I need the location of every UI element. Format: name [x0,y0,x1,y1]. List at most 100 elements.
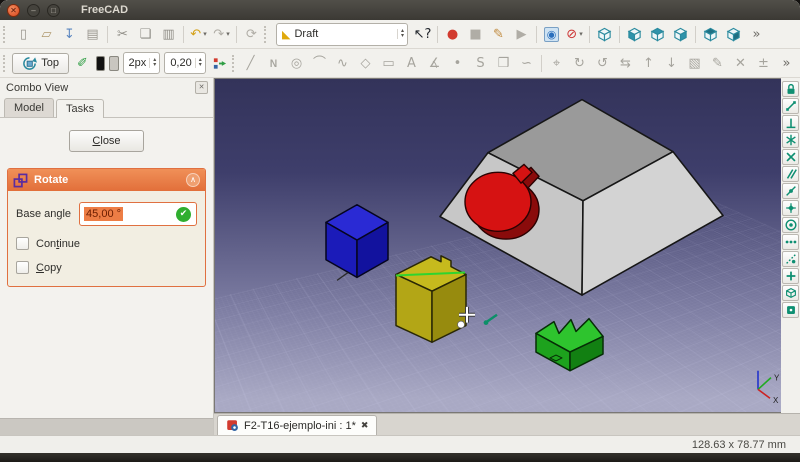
new-file-icon[interactable]: ▯ [12,23,35,45]
macro-record-icon[interactable]: ● [441,23,464,45]
construction-mode-button[interactable]: ✐ [71,52,94,74]
dropdown-arrow-icon[interactable]: ▾ [203,30,207,38]
selection-view-icon[interactable]: ◉ [540,23,563,45]
document-tab[interactable]: F2-T16-ejemplo-ini : 1* ✖ [217,415,378,435]
undo-icon[interactable]: ↶ ▾ [187,23,210,45]
continue-checkbox[interactable] [16,237,29,250]
draft-text-icon[interactable]: A [400,52,423,74]
spin-down-icon[interactable]: ▾ [199,62,202,68]
object-yellow-cube[interactable] [395,255,467,343]
workbench-selector[interactable]: ◣ Draft ▴ ▾ [276,22,408,46]
scale-spinbox[interactable]: 0,20 ▴ ▾ [164,52,206,74]
snap-dimensions-icon[interactable] [782,268,799,284]
draft-shapestring-icon[interactable]: S [469,52,492,74]
draft-wire-icon[interactable]: ɴ [262,52,285,74]
toolbar-overflow-icon[interactable]: » [775,52,798,74]
collapse-task-icon[interactable]: ∧ [186,173,200,187]
draft-bspline-icon[interactable]: ∿ [331,52,354,74]
window-maximize-button[interactable]: □ [47,3,60,17]
snap-special-icon[interactable] [782,200,799,216]
snap-angle-icon[interactable] [782,132,799,148]
snap-midpoint-icon[interactable] [782,183,799,199]
draft-circle-icon[interactable]: ◎ [285,52,308,74]
draft-arc-icon[interactable]: ⌒ [308,52,331,74]
appearance-icon[interactable]: ⊘ ▾ [563,23,586,45]
line-width-spinner[interactable]: ▴ ▾ [149,57,156,68]
object-blue-cube[interactable] [325,203,389,281]
line-color-swatch[interactable] [95,55,106,71]
draft-trimex-icon[interactable]: ⇆ [614,52,637,74]
spin-down-icon[interactable]: ▾ [153,62,156,68]
dropdown-arrow-icon[interactable]: ▾ [226,30,230,38]
window-close-button[interactable]: ✕ [7,3,20,17]
draft-facebinder-icon[interactable]: ❒ [492,52,515,74]
working-plane-button[interactable]: Top [12,52,69,74]
draft-dimension-icon[interactable]: ∡ [423,52,446,74]
snap-workingplane-icon[interactable] [782,285,799,301]
document-tab-close-icon[interactable]: ✖ [361,420,369,431]
draft-move-icon[interactable]: ⌖ [545,52,568,74]
snap-endpoint-icon[interactable] [782,98,799,114]
redo-icon[interactable]: ↷ ▾ [210,23,233,45]
bottom-view-icon[interactable] [722,23,745,45]
snap-near-icon[interactable] [782,251,799,267]
line-width-spinbox[interactable]: 2px ▴ ▾ [122,52,161,74]
refresh-icon[interactable]: ⟳ [240,23,263,45]
draft-line-icon[interactable]: ╱ [239,52,262,74]
draft-dimensions-toggle-icon[interactable]: ± [752,52,775,74]
combo-spinner[interactable]: ▴ ▾ [396,28,404,39]
close-task-button[interactable]: Close [69,130,144,152]
snap-parallel-icon[interactable] [782,166,799,182]
draft-point-icon[interactable]: • [446,52,469,74]
face-color-swatch[interactable] [109,55,119,71]
snap-ortho-icon[interactable] [782,217,799,233]
toolbar-handle[interactable] [3,25,9,43]
draft-split-icon[interactable]: ✕ [729,52,752,74]
rear-view-icon[interactable] [699,23,722,45]
print-icon[interactable]: ▤ [81,23,104,45]
base-angle-input[interactable]: 45,00 ° ✔ [79,202,197,226]
tab-model[interactable]: Model [4,98,54,117]
draft-rotate-icon[interactable]: ↻ [568,52,591,74]
object-green-shape[interactable] [535,317,604,372]
copy-icon[interactable]: ❏ [134,23,157,45]
draft-offset-icon[interactable]: ↺ [591,52,614,74]
spin-down-icon[interactable]: ▾ [401,33,404,39]
toolbar-handle[interactable] [264,25,270,43]
snap-perpendicular-icon[interactable] [782,115,799,131]
paste-icon[interactable]: ▥ [157,23,180,45]
save-icon[interactable]: ↧ [58,23,81,45]
top-view-icon[interactable] [646,23,669,45]
macro-play-icon[interactable]: ▶ [510,23,533,45]
axonometric-view-icon[interactable] [593,23,616,45]
toolbar-overflow-icon[interactable]: » [745,23,768,45]
whats-this-icon[interactable]: ↖? [411,23,434,45]
apply-style-button[interactable] [208,52,231,74]
macro-stop-icon[interactable]: ■ [464,23,487,45]
cut-icon[interactable]: ✂ [111,23,134,45]
snap-lock-icon[interactable] [782,81,799,97]
draft-bezier-icon[interactable]: ∽ [515,52,538,74]
draft-polygon-icon[interactable]: ◇ [354,52,377,74]
window-minimize-button[interactable]: – [27,3,40,17]
3d-viewport[interactable]: Y X [214,78,781,413]
panel-close-icon[interactable]: ✕ [195,81,208,94]
scale-spinner[interactable]: ▴ ▾ [194,57,202,68]
copy-checkbox[interactable] [16,261,29,274]
front-view-icon[interactable] [623,23,646,45]
tab-tasks[interactable]: Tasks [55,99,105,118]
open-file-icon[interactable]: ▱ [35,23,58,45]
dropdown-arrow-icon[interactable]: ▾ [579,30,583,38]
toolbar-handle[interactable] [3,54,7,72]
toggle-grid-icon[interactable] [782,302,799,318]
draft-edit-icon[interactable]: ✎ [706,52,729,74]
toolbar-handle[interactable] [231,54,236,72]
snap-extension-icon[interactable] [782,234,799,250]
right-view-icon[interactable] [669,23,692,45]
draft-rectangle-icon[interactable]: ▭ [377,52,400,74]
snap-intersection-icon[interactable] [782,149,799,165]
draft-upgrade-icon[interactable]: ↑ [637,52,660,74]
macro-edit-icon[interactable]: ✎ [487,23,510,45]
draft-scale-icon[interactable]: ▧ [683,52,706,74]
draft-downgrade-icon[interactable]: ↓ [660,52,683,74]
